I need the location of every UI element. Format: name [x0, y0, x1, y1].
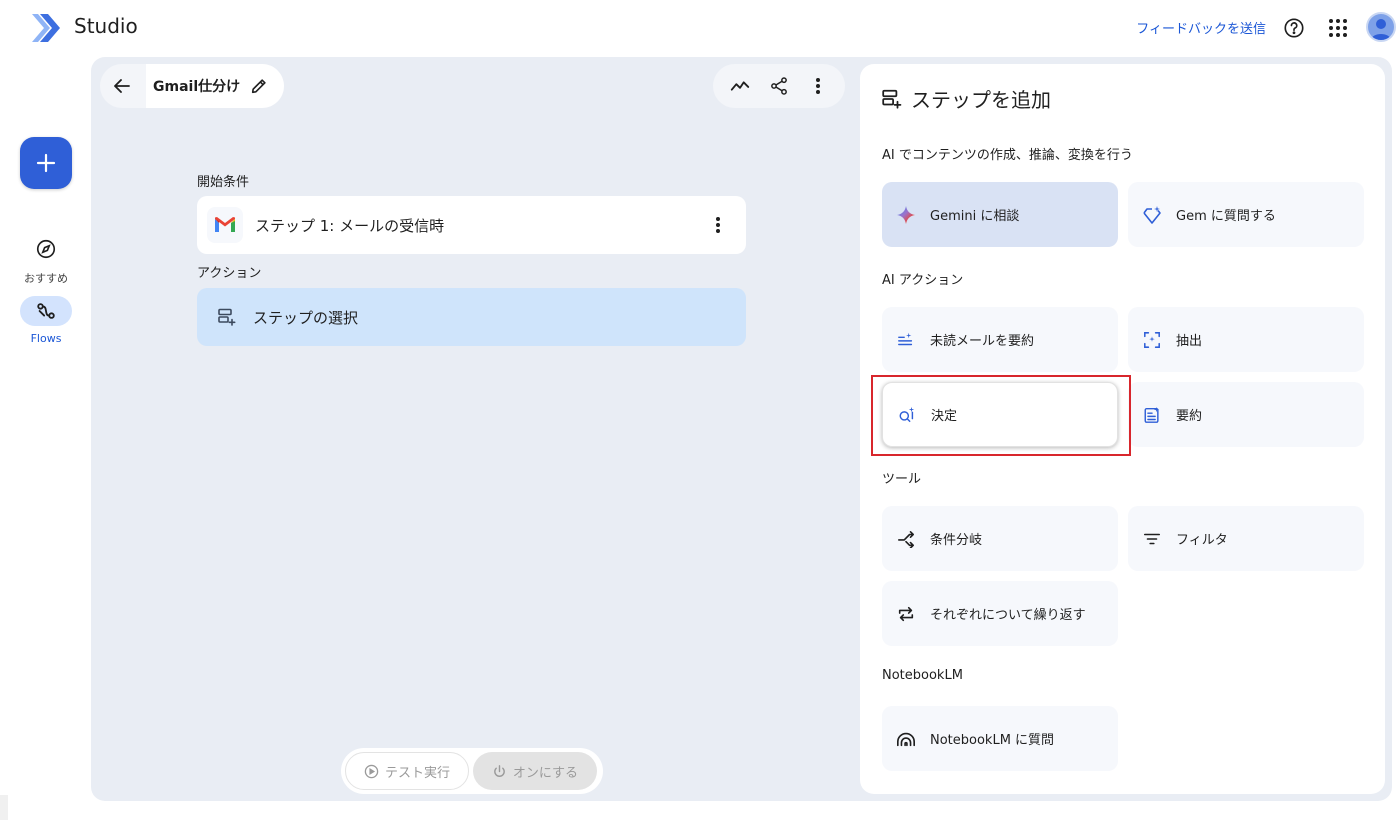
step-option-summarize-unread[interactable]: 未読メールを要約: [882, 307, 1118, 372]
step-option-label: それぞれについて繰り返す: [930, 608, 1086, 623]
flows-icon: [20, 296, 72, 326]
studio-logo-icon[interactable]: [28, 10, 64, 46]
step-option-branch[interactable]: 条件分岐: [882, 506, 1118, 571]
feedback-link[interactable]: フィードバックを送信: [1136, 18, 1266, 37]
step-option-label: Gemini に相談: [930, 209, 1020, 224]
select-step-card[interactable]: ステップの選択: [197, 288, 746, 346]
test-run-button[interactable]: テスト実行: [345, 752, 469, 790]
step-option-gemini[interactable]: Gemini に相談: [882, 182, 1118, 247]
step-option-label: 決定: [931, 409, 958, 424]
step-option-gem[interactable]: Gem に質問する: [1128, 182, 1364, 247]
turn-on-label: オンにする: [512, 765, 579, 781]
power-icon: [494, 764, 505, 777]
plus-icon: [36, 153, 56, 173]
sidebar-item-label: Flows: [30, 332, 62, 345]
compass-icon: [20, 234, 72, 264]
add-step-icon: [882, 89, 902, 109]
apps-grid-icon[interactable]: [1324, 14, 1352, 42]
step-option-label: 要約: [1176, 409, 1203, 424]
gem-icon: [1142, 205, 1162, 225]
step-option-filter[interactable]: フィルタ: [1128, 506, 1364, 571]
flow-name: Gmail仕分け: [153, 79, 241, 95]
play-circle-icon: [364, 764, 379, 778]
pencil-icon[interactable]: [250, 77, 268, 95]
step-option-notebooklm[interactable]: NotebookLM に質問: [882, 706, 1118, 771]
start-condition-label: 開始条件: [197, 175, 250, 190]
arrow-back-icon: [114, 79, 130, 93]
sidebar-item-recommended[interactable]: おすすめ: [14, 234, 78, 286]
turn-on-button[interactable]: オンにする: [473, 752, 597, 790]
panel-title: ステップを追加: [881, 84, 1051, 113]
top-bar: Studio フィードバックを送信: [0, 0, 1400, 56]
editor-toolbar: [713, 64, 845, 108]
flow-name-field[interactable]: Gmail仕分け: [146, 64, 284, 108]
sidebar-item-label: おすすめ: [24, 272, 68, 285]
action-label: アクション: [197, 266, 262, 281]
decide-icon: [897, 405, 917, 425]
step-option-label: 未読メールを要約: [930, 334, 1035, 349]
sidebar-item-flows[interactable]: Flows: [14, 296, 78, 345]
app-title: Studio: [74, 14, 138, 38]
step-option-label: Gem に質問する: [1176, 209, 1276, 224]
back-button[interactable]: [100, 64, 144, 108]
group-label-tools: ツール: [882, 472, 922, 487]
step-option-label: フィルタ: [1176, 533, 1228, 548]
step-more-icon[interactable]: [708, 215, 728, 235]
add-step-icon: [217, 307, 237, 327]
panel-title-text: ステップを追加: [911, 88, 1051, 112]
more-vert-icon[interactable]: [803, 71, 833, 101]
help-circle-icon[interactable]: [1280, 14, 1308, 42]
gmail-icon: [207, 207, 243, 243]
notebooklm-icon: [896, 729, 916, 749]
activity-icon[interactable]: [725, 71, 755, 101]
repeat-icon: [896, 604, 916, 624]
step-option-extract[interactable]: 抽出: [1128, 307, 1364, 372]
step-option-label: NotebookLM に質問: [930, 733, 1055, 748]
window-corner: [0, 795, 8, 820]
share-icon[interactable]: [764, 71, 794, 101]
create-button[interactable]: [20, 137, 72, 189]
group-label-notebooklm: NotebookLM: [882, 668, 963, 683]
select-step-label: ステップの選択: [253, 308, 359, 327]
group-label-ai-content: AI でコンテンツの作成、推論、変換を行う: [882, 148, 1133, 163]
trigger-step-title: ステップ 1: メールの受信時: [255, 216, 445, 235]
step-option-repeat[interactable]: それぞれについて繰り返す: [882, 581, 1118, 646]
run-bar: テスト実行 オンにする: [341, 748, 603, 794]
step-option-decide[interactable]: 決定: [882, 382, 1118, 447]
summarize-list-icon: [896, 330, 916, 350]
step-option-label: 抽出: [1176, 334, 1203, 349]
step-option-summary[interactable]: 要約: [1128, 382, 1364, 447]
test-run-label: テスト実行: [384, 765, 450, 781]
filter-icon: [1142, 529, 1162, 549]
extract-icon: [1142, 330, 1162, 350]
trigger-step-card[interactable]: ステップ 1: メールの受信時: [197, 196, 746, 254]
gemini-sparkle-icon: [896, 205, 916, 225]
branch-icon: [896, 529, 916, 549]
user-avatar[interactable]: [1366, 12, 1396, 42]
step-option-label: 条件分岐: [930, 533, 983, 548]
summary-doc-icon: [1142, 405, 1162, 425]
group-label-ai-actions: AI アクション: [882, 273, 964, 288]
